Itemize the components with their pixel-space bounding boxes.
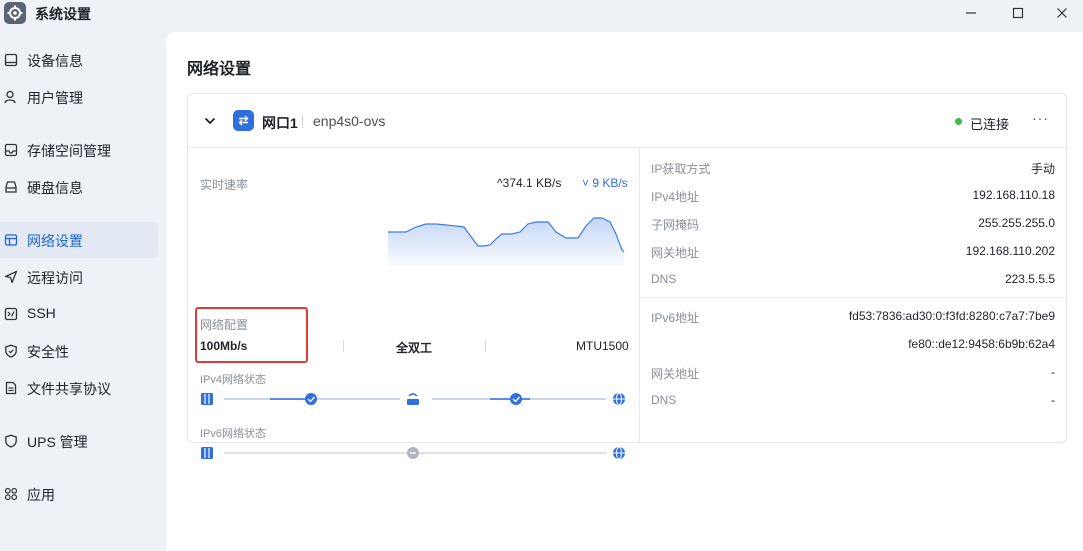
ipv6-status-label: IPv6网络状态 bbox=[200, 428, 267, 440]
ethernet-port-icon bbox=[233, 110, 254, 131]
ipv6-status-path bbox=[201, 446, 625, 460]
nas-device-icon bbox=[201, 447, 213, 459]
port-name: 网口1 bbox=[262, 115, 298, 131]
sidebar-item-ups[interactable]: UPS 管理 bbox=[0, 423, 158, 459]
divider bbox=[485, 340, 486, 352]
device-name: enp4s0-ovs bbox=[313, 113, 386, 129]
check-icon bbox=[510, 393, 522, 405]
sidebar-item-disk-info[interactable]: 硬盘信息 bbox=[0, 169, 158, 205]
highlight-box bbox=[195, 307, 308, 363]
close-button[interactable] bbox=[1040, 0, 1083, 26]
disk-icon bbox=[4, 180, 18, 194]
sidebar-item-label: UPS 管理 bbox=[27, 434, 88, 450]
user-icon bbox=[4, 90, 18, 104]
nas-device-icon bbox=[201, 393, 213, 405]
router-icon bbox=[407, 393, 419, 405]
minimize-icon bbox=[966, 12, 976, 14]
speed-chart bbox=[388, 217, 625, 266]
divider bbox=[302, 115, 303, 128]
status-badge: 已连接 bbox=[970, 117, 1010, 132]
sidebar-item-label: SSH bbox=[27, 305, 56, 321]
globe-icon bbox=[613, 446, 625, 460]
sidebar-item-label: 文件共享协议 bbox=[27, 381, 111, 397]
sidebar-item-security[interactable]: 安全性 bbox=[0, 333, 158, 369]
chevron-down-icon[interactable] bbox=[203, 114, 217, 128]
globe-icon bbox=[613, 392, 625, 406]
sidebar-item-label: 存储空间管理 bbox=[27, 143, 111, 159]
minus-icon bbox=[407, 447, 419, 459]
ipv4-address-row: IPv4地址 192.168.110.18 bbox=[651, 188, 1055, 204]
network-icon bbox=[4, 233, 18, 247]
sidebar-item-label: 设备信息 bbox=[27, 53, 83, 69]
status-dot bbox=[955, 118, 962, 125]
card-header: 网口1 enp4s0-ovs 已连接 ··· bbox=[188, 94, 1066, 148]
check-icon bbox=[305, 393, 317, 405]
realtime-speed-label: 实时速率 bbox=[200, 178, 249, 192]
ipv4-status-path bbox=[201, 392, 625, 406]
shield-icon bbox=[4, 344, 18, 358]
sidebar-item-label: 远程访问 bbox=[27, 270, 83, 286]
sidebar-item-device-info[interactable]: 设备信息 bbox=[0, 42, 158, 78]
sidebar-item-storage[interactable]: 存储空间管理 bbox=[0, 132, 158, 168]
divider bbox=[640, 297, 1067, 298]
maximize-icon bbox=[1012, 7, 1024, 19]
ssh-icon bbox=[4, 307, 18, 321]
title-bar: 系统设置 bbox=[0, 0, 1083, 26]
sidebar-item-user-management[interactable]: 用户管理 bbox=[0, 79, 158, 115]
more-menu-button[interactable]: ··· bbox=[1032, 110, 1049, 126]
ip-method-row: IP获取方式 手动 bbox=[651, 162, 1055, 176]
maximize-button[interactable] bbox=[996, 0, 1040, 26]
ipv6-address-row-2: fe80::de12:9458:6b9b:62a4 bbox=[908, 337, 1055, 351]
storage-icon bbox=[4, 143, 18, 157]
sidebar-item-file-sharing[interactable]: 文件共享协议 bbox=[0, 370, 158, 406]
ipv6-dns-row: DNS - bbox=[651, 393, 1055, 407]
dns-row: DNS 223.5.5.5 bbox=[651, 272, 1055, 286]
upload-speed: ^374.1 KB/s bbox=[497, 176, 562, 190]
main-panel: 网络设置 网口1 enp4s0-ovs 已连接 ··· 实时速率 ^374.1 … bbox=[166, 32, 1083, 551]
divider bbox=[343, 340, 344, 352]
download-speed: ˅ 9 KB/s bbox=[582, 176, 628, 190]
sidebar: 设备信息 用户管理 存储空间管理 硬盘信息 网络设置 远程访问 SSH 安全性 … bbox=[0, 38, 166, 551]
sidebar-item-label: 安全性 bbox=[27, 344, 69, 360]
close-icon bbox=[1057, 8, 1067, 18]
sidebar-item-remote-access[interactable]: 远程访问 bbox=[0, 259, 158, 295]
sidebar-item-label: 应用 bbox=[27, 487, 55, 503]
sidebar-item-label: 硬盘信息 bbox=[27, 180, 83, 196]
apps-icon bbox=[4, 487, 18, 501]
duplex-mode: 全双工 bbox=[396, 341, 433, 355]
sidebar-item-network[interactable]: 网络设置 bbox=[0, 222, 158, 258]
device-icon bbox=[4, 53, 18, 67]
window-title: 系统设置 bbox=[35, 6, 91, 22]
gateway-row: 网关地址 192.168.110.202 bbox=[651, 244, 1055, 260]
divider bbox=[639, 149, 640, 443]
ups-icon bbox=[4, 434, 18, 448]
subnet-mask-row: 子网掩码 255.255.255.0 bbox=[651, 216, 1055, 232]
file-share-icon bbox=[4, 381, 18, 395]
sidebar-item-label: 用户管理 bbox=[27, 90, 83, 106]
network-port-card: 网口1 enp4s0-ovs 已连接 ··· 实时速率 ^374.1 KB/s … bbox=[187, 93, 1067, 460]
sidebar-item-apps[interactable]: 应用 bbox=[0, 476, 158, 512]
minimize-button[interactable] bbox=[949, 0, 993, 26]
arrow-down-icon: ˅ bbox=[582, 176, 593, 190]
sidebar-item-label: 网络设置 bbox=[27, 233, 83, 249]
sidebar-item-ssh[interactable]: SSH bbox=[0, 296, 158, 332]
mtu-value: MTU1500 bbox=[576, 339, 629, 353]
gear-icon bbox=[4, 2, 26, 24]
ipv6-address-row: IPv6地址 fd53:7836:ad30:0:f3fd:8280:c7a7:7b… bbox=[651, 309, 1055, 325]
remote-icon bbox=[4, 270, 18, 284]
ipv6-gateway-row: 网关地址 - bbox=[651, 365, 1055, 381]
ipv4-status-label: IPv4网络状态 bbox=[200, 374, 267, 386]
page-title: 网络设置 bbox=[187, 61, 252, 78]
